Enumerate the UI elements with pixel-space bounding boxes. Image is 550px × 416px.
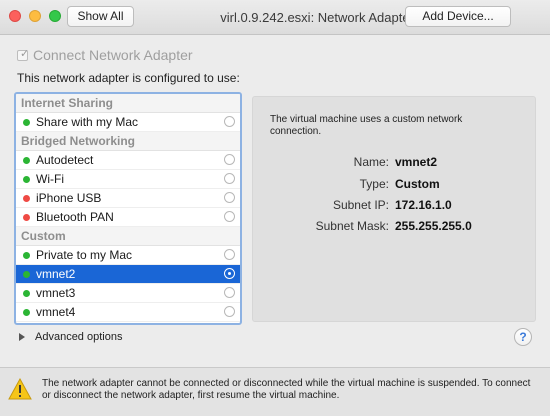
adapter-item-label: Share with my Mac: [36, 115, 139, 129]
status-dot-icon: [23, 195, 30, 202]
status-dot-icon: [23, 252, 30, 259]
network-adapter-list[interactable]: Internet Sharing Share with my Mac Bridged…: [14, 92, 242, 325]
show-all-button[interactable]: Show All: [67, 6, 134, 27]
connect-adapter-checkbox-row[interactable]: ✓ Connect Network Adapter: [17, 47, 193, 63]
adapter-radio-button[interactable]: [224, 306, 235, 317]
adapter-list-item[interactable]: Share with my Mac: [16, 113, 240, 132]
adapter-radio-button[interactable]: [224, 287, 235, 298]
type-label: Type:: [359, 177, 389, 191]
close-window-button[interactable]: [9, 10, 21, 22]
adapter-radio-button[interactable]: [224, 211, 235, 222]
subnet-ip-label: Subnet IP:: [332, 198, 389, 212]
adapter-list-item[interactable]: Private to my Mac: [16, 246, 240, 265]
adapter-list-item[interactable]: Bluetooth PAN: [16, 208, 240, 227]
suspended-warning-bar: The network adapter cannot be connected …: [0, 367, 550, 416]
adapter-list-item[interactable]: vmnet4: [16, 303, 240, 322]
title-bar: Show All virl.0.9.242.esxi: Network Adap…: [0, 0, 550, 35]
advanced-options-disclosure[interactable]: Advanced options: [19, 331, 122, 343]
adapter-list-item[interactable]: vmnet2: [16, 265, 240, 284]
name-label: Name:: [353, 155, 389, 169]
subnet-ip-row: Subnet IP: 172.16.1.0: [253, 198, 537, 214]
adapter-item-label: Bluetooth PAN: [36, 210, 114, 224]
adapter-radio-button[interactable]: [224, 173, 235, 184]
help-button[interactable]: ?: [514, 328, 532, 346]
checkmark-icon: ✓: [20, 47, 30, 60]
add-device-button[interactable]: Add Device...: [405, 6, 511, 27]
connect-adapter-label: Connect Network Adapter: [33, 47, 193, 63]
adapter-item-label: iPhone USB: [36, 191, 102, 205]
adapter-detail-pane: The virtual machine uses a custom networ…: [252, 96, 536, 322]
advanced-options-label[interactable]: Advanced options: [35, 331, 122, 343]
zoom-window-button[interactable]: [49, 10, 61, 22]
adapter-radio-button[interactable]: [224, 154, 235, 165]
status-dot-icon: [23, 271, 30, 278]
network-adapter-window: Show All virl.0.9.242.esxi: Network Adap…: [0, 0, 550, 416]
list-group-header: Custom: [16, 227, 240, 246]
adapter-item-label: vmnet3: [36, 286, 76, 300]
adapter-item-label: Autodetect: [36, 153, 94, 167]
connect-adapter-checkbox[interactable]: ✓: [17, 47, 30, 61]
type-value: Custom: [395, 177, 440, 191]
adapter-list-item[interactable]: vmnet3: [16, 284, 240, 303]
status-dot-icon: [23, 119, 30, 126]
adapter-item-label: vmnet2: [36, 267, 76, 281]
adapter-radio-button[interactable]: [224, 116, 235, 127]
name-value: vmnet2: [395, 155, 438, 169]
disclosure-triangle-icon[interactable]: [19, 333, 25, 341]
list-group-header: Internet Sharing: [16, 94, 240, 113]
adapter-item-label: Wi-Fi: [36, 172, 64, 186]
minimize-window-button[interactable]: [29, 10, 41, 22]
status-dot-icon: [23, 176, 30, 183]
warning-icon: [8, 378, 32, 400]
adapter-list-item[interactable]: iPhone USB: [16, 189, 240, 208]
list-group-header: Bridged Networking: [16, 132, 240, 151]
adapter-list-item[interactable]: Wi-Fi: [16, 170, 240, 189]
adapter-radio-button[interactable]: [224, 249, 235, 260]
type-row: Type: Custom: [253, 177, 537, 193]
subnet-mask-value: 255.255.255.0: [395, 219, 472, 233]
status-dot-icon: [23, 214, 30, 221]
status-dot-icon: [23, 157, 30, 164]
warning-message: The network adapter cannot be connected …: [42, 378, 531, 401]
status-dot-icon: [23, 309, 30, 316]
name-row: Name: vmnet2: [253, 155, 537, 171]
configured-to-use-label: This network adapter is configured to us…: [17, 71, 240, 85]
subnet-mask-label: Subnet Mask:: [315, 219, 389, 233]
adapter-list-item[interactable]: Autodetect: [16, 151, 240, 170]
adapter-radio-button[interactable]: [224, 268, 235, 279]
adapter-item-label: vmnet4: [36, 305, 76, 319]
status-dot-icon: [23, 290, 30, 297]
connection-description: The virtual machine uses a custom networ…: [270, 114, 463, 137]
subnet-ip-value: 172.16.1.0: [395, 198, 452, 212]
adapter-item-label: Private to my Mac: [36, 248, 133, 262]
subnet-mask-row: Subnet Mask: 255.255.255.0: [253, 219, 537, 235]
adapter-radio-button[interactable]: [224, 192, 235, 203]
